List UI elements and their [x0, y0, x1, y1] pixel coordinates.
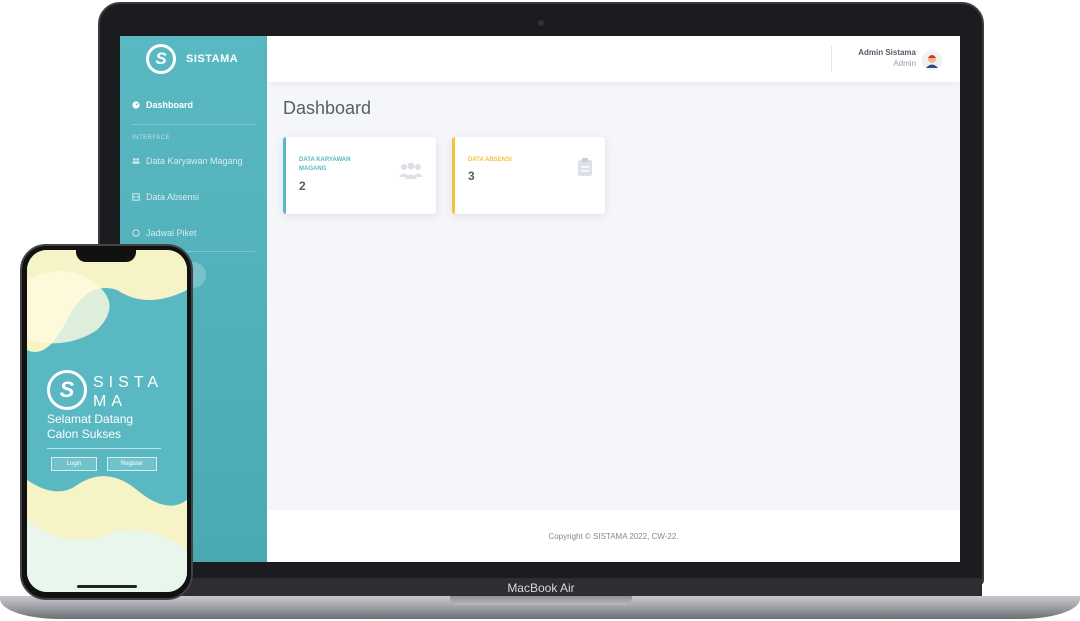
footer: Copyright © SISTAMA 2022, CW-22.: [267, 510, 960, 562]
stat-card-absensi[interactable]: DATA ABSENSI 3: [452, 137, 605, 214]
page-title: Dashboard: [283, 98, 372, 118]
home-indicator[interactable]: [77, 585, 137, 588]
phone-brand-name: SISTA MA: [93, 374, 163, 410]
avatar-icon: [922, 50, 942, 70]
table-icon: [132, 193, 140, 201]
login-button[interactable]: Login: [51, 457, 97, 471]
avatar[interactable]: [922, 50, 942, 70]
phone-notch: [76, 248, 136, 262]
register-button[interactable]: Register: [107, 457, 157, 471]
sidebar-item-label: Data Karyawan Magang: [146, 156, 243, 166]
sidebar-item-label: Data Absensi: [146, 192, 200, 202]
sidebar-heading: INTERFACE: [132, 135, 171, 141]
sidebar-item-label: Dashboard: [146, 100, 194, 110]
user-menu[interactable]: Admin Sistama Admin: [858, 47, 916, 69]
card-value: 3: [468, 169, 475, 183]
calendar-icon: [132, 229, 140, 237]
laptop-base-notch: [450, 596, 632, 605]
topbar: Admin Sistama Admin: [267, 36, 960, 82]
users-icon: [399, 162, 423, 179]
laptop-chin: MacBook Air: [100, 578, 982, 598]
camera: [538, 20, 544, 26]
card-label: DATA ABSENSI: [468, 157, 512, 163]
sidebar-brand[interactable]: S SISTAMA: [120, 36, 267, 82]
sidebar-item-dashboard[interactable]: Dashboard: [120, 86, 267, 124]
phone-divider: [47, 448, 161, 449]
sidebar-item-data-karyawan-magang[interactable]: Data Karyawan Magang: [120, 143, 267, 179]
device-mockup: S SISTAMA Dashboard INTERFACE Data Karya…: [0, 0, 1080, 621]
phone-welcome-text: Selamat Datang Calon Sukses: [47, 412, 134, 441]
laptop-screen: S SISTAMA Dashboard INTERFACE Data Karya…: [120, 36, 960, 562]
footer-copyright: Copyright © SISTAMA 2022, CW-22.: [548, 531, 679, 541]
card-value: 2: [299, 179, 306, 193]
clipboard-icon: [578, 158, 592, 176]
users-icon: [132, 158, 140, 164]
user-role: Admin: [893, 59, 916, 68]
user-name: Admin Sistama: [858, 48, 916, 57]
brand-name: SISTAMA: [186, 53, 239, 65]
brand-logo: S: [146, 44, 176, 74]
phone-screen: S SISTA MA Selamat Datang Calon Sukses L…: [27, 250, 187, 592]
laptop-model-label: MacBook Air: [507, 581, 575, 595]
topbar-divider: [831, 46, 832, 72]
sidebar-item-data-absensi[interactable]: Data Absensi: [120, 179, 267, 215]
dashboard-icon: [132, 101, 140, 109]
sidebar-item-label: Jadwal Piket: [146, 228, 197, 238]
stat-card-karyawan-magang[interactable]: DATA KARYAWAN MAGANG 2: [283, 137, 436, 214]
phone-brand-logo: S: [47, 370, 87, 410]
card-label: DATA KARYAWAN MAGANG: [299, 157, 351, 172]
